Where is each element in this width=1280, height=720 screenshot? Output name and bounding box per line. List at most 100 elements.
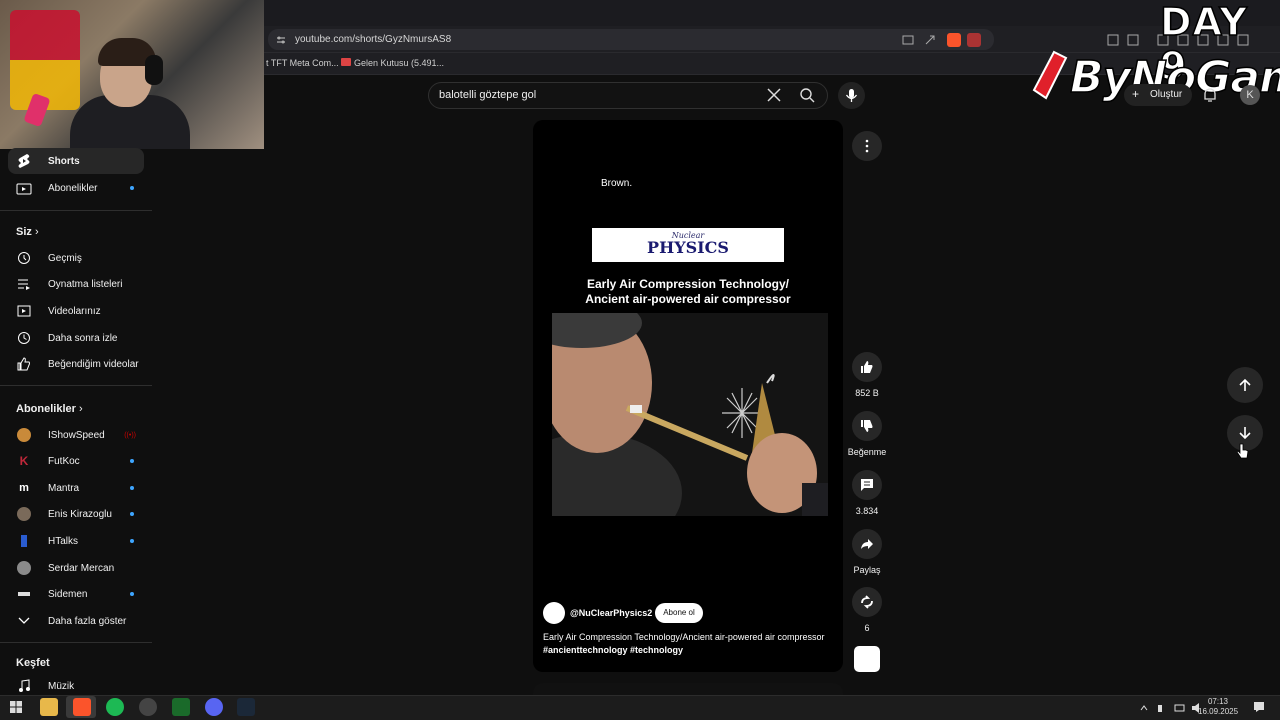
sidebar-divider — [0, 385, 152, 386]
brave-browser-icon[interactable] — [73, 698, 91, 716]
channel-avatar — [17, 507, 31, 521]
sidebar-show-more[interactable]: Daha fazla göster — [8, 608, 144, 634]
subscribe-button[interactable]: Abone ol — [655, 603, 703, 623]
channel-avatar: m — [19, 482, 29, 494]
webcam-overlay — [0, 0, 264, 149]
new-content-dot — [130, 486, 134, 490]
dislike-label: Beğenme — [847, 447, 887, 457]
thumbs-down-icon — [861, 420, 873, 432]
your-videos-icon — [16, 303, 32, 319]
new-content-dot — [130, 592, 134, 596]
sidebar-item-playlists[interactable]: Oynatma listeleri — [8, 271, 144, 297]
discord-icon[interactable] — [205, 698, 223, 716]
nuclear-physics-logo: Nuclear PHYSICS — [592, 228, 784, 262]
new-content-dot — [130, 459, 134, 463]
sidebar-sub-htalks[interactable]: HTalks — [8, 528, 144, 554]
windows-taskbar — [0, 695, 1280, 720]
comment-count: 3.834 — [855, 506, 879, 516]
video-caption-word: Brown. — [601, 178, 633, 189]
channel-name[interactable]: @NuClearPhysics2 — [570, 608, 652, 618]
microphone-icon — [845, 89, 858, 102]
previous-short-button[interactable] — [1227, 367, 1263, 403]
hashtags[interactable]: #ancienttechnology #technology — [543, 644, 839, 657]
video-description[interactable]: Early Air Compression Technology/Ancient… — [543, 631, 839, 657]
video-frame — [552, 313, 828, 516]
cast-icon[interactable] — [902, 35, 914, 45]
file-explorer-icon[interactable] — [40, 698, 58, 716]
sound-thumbnail[interactable] — [854, 646, 880, 672]
sidebar-divider — [0, 210, 152, 211]
sidebar-sub-serdar-mercan[interactable]: Serdar Mercan — [8, 555, 144, 581]
sidebar-section-subscriptions[interactable]: Abonelikler › — [16, 403, 83, 415]
remix-button[interactable] — [852, 587, 882, 617]
notifications-bell-icon[interactable] — [1200, 85, 1220, 105]
spotify-icon[interactable] — [106, 698, 124, 716]
sidebar-section-you[interactable]: Siz › — [16, 226, 39, 238]
sidebar-item-liked-videos[interactable]: Beğendiğim videolar — [8, 351, 144, 377]
sidebar-item-your-videos[interactable]: Videolarınız — [8, 298, 144, 324]
new-content-dot — [130, 539, 134, 543]
site-settings-icon[interactable] — [276, 35, 286, 45]
subscriptions-icon — [16, 180, 32, 196]
brave-shields-icon[interactable] — [947, 33, 961, 47]
account-avatar[interactable]: K — [1240, 85, 1260, 105]
brand-logo-icon — [1032, 50, 1068, 100]
brave-rewards-icon[interactable] — [967, 33, 981, 47]
arrow-down-icon — [1239, 427, 1251, 440]
watch-later-icon — [16, 330, 32, 346]
voice-search-button[interactable] — [838, 82, 865, 109]
sidebar-item-shorts[interactable]: Shorts — [8, 148, 144, 174]
video-frame-picture — [552, 313, 828, 516]
search-query: balotelli göztepe gol — [439, 89, 537, 101]
sidebar-sub-mantra[interactable]: m Mantra — [8, 475, 144, 501]
video-overlay-title-line1: Early Air Compression Technology/ — [586, 277, 790, 291]
obs-icon[interactable] — [139, 698, 157, 716]
chevron-right-icon: › — [34, 226, 39, 238]
sidebar-sub-enis-kirazoglu[interactable]: Enis Kirazoglu — [8, 501, 144, 527]
create-button[interactable]: + Oluştur — [1124, 84, 1192, 106]
new-content-dot — [130, 512, 134, 516]
playlists-icon — [16, 276, 32, 292]
more-options-button[interactable] — [852, 131, 882, 161]
channel-avatar: K — [19, 454, 29, 468]
sidebar-item-history[interactable]: Geçmiş — [8, 245, 144, 271]
arrow-up-icon — [1239, 378, 1251, 391]
history-icon — [16, 250, 32, 266]
steam-icon[interactable] — [237, 698, 255, 716]
gmail-icon — [341, 58, 351, 66]
search-icon[interactable] — [790, 82, 826, 109]
more-vertical-icon — [865, 139, 869, 153]
channel-avatar — [17, 561, 31, 575]
url-text: youtube.com/shorts/GyzNmursAS8 — [295, 34, 452, 45]
sidebar-sub-ishowspeed[interactable]: IShowSpeed ((•)) — [8, 422, 144, 448]
chevron-right-icon: › — [78, 403, 83, 415]
live-indicator-icon: ((•)) — [124, 431, 136, 439]
channel-avatar[interactable] — [543, 602, 565, 624]
remix-count: 6 — [864, 623, 870, 633]
sidebar-sub-futkoc[interactable]: K FutKoc — [8, 448, 144, 474]
bookmark-tft[interactable]: t TFT Meta Com... — [266, 58, 339, 68]
liked-videos-icon — [16, 356, 32, 372]
taskbar-clock[interactable]: 07:13 16.09.2025 — [1198, 697, 1238, 717]
share-button[interactable] — [852, 529, 882, 559]
like-button[interactable] — [852, 352, 882, 382]
channel-avatar — [21, 535, 27, 547]
sidebar-divider — [0, 642, 152, 643]
app-icon[interactable] — [172, 698, 190, 716]
comments-button[interactable] — [852, 470, 882, 500]
chevron-down-icon — [16, 613, 32, 629]
bookmark-gmail[interactable]: Gelen Kutusu (5.491... — [354, 58, 444, 68]
plus-icon: + — [1132, 87, 1140, 101]
shorts-icon — [16, 153, 32, 169]
share-label: Paylaş — [853, 565, 881, 575]
sidebar-item-subscriptions[interactable]: Abonelikler — [8, 175, 144, 201]
windows-start-icon[interactable] — [10, 701, 22, 713]
thumbs-up-icon — [861, 361, 873, 373]
share-page-icon[interactable] — [924, 34, 936, 46]
sidebar-sub-sidemen[interactable]: Sidemen — [8, 581, 144, 607]
clear-search-icon[interactable] — [765, 86, 783, 104]
sidebar-item-watch-later[interactable]: Daha sonra izle — [8, 325, 144, 351]
comment-icon — [861, 479, 873, 491]
notification-center-icon[interactable] — [1253, 701, 1265, 713]
dislike-button[interactable] — [852, 411, 882, 441]
